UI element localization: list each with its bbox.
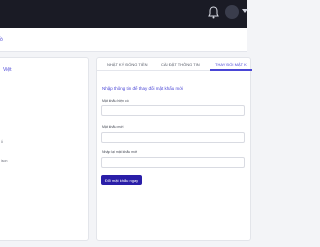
change-password-button[interactable]: Đổi mật khẩu ngay (101, 175, 142, 185)
tab-change-password[interactable]: THAY ĐỔI MẬT K (215, 62, 247, 67)
new-password-field[interactable] (101, 132, 245, 143)
active-tab-indicator (210, 69, 252, 71)
profile-info-line: ison (1, 159, 8, 163)
breadcrumb-bar: ồ (0, 28, 247, 52)
bell-icon[interactable] (208, 6, 219, 19)
current-password-label: Mật khẩu hiện có (102, 99, 129, 103)
user-menu[interactable] (225, 5, 248, 21)
new-password-label: Mật khẩu mới (102, 125, 124, 129)
profile-card: Việt ỗ ison (0, 57, 89, 241)
account-settings-card: NHẬT KÝ ĐÓNG TIỀN CÀI ĐẶT THÔNG TIN THAY… (96, 57, 252, 241)
current-password-field[interactable] (101, 105, 245, 116)
tab-info-settings[interactable]: CÀI ĐẶT THÔNG TIN (161, 62, 200, 67)
chevron-down-icon[interactable] (242, 9, 248, 13)
tab-payment-history[interactable]: NHẬT KÝ ĐÓNG TIỀN (107, 62, 148, 67)
tab-bar: NHẬT KÝ ĐÓNG TIỀN CÀI ĐẶT THÔNG TIN THAY… (97, 58, 252, 71)
top-navigation-bar (0, 0, 248, 28)
confirm-password-label: Nhập lại mật khẩu mới (102, 150, 138, 154)
profile-info-line: ỗ (1, 140, 3, 144)
breadcrumb[interactable]: ồ (0, 37, 3, 43)
form-title: Nhập thông tin để thay đổi mật khẩu mới (102, 86, 184, 91)
confirm-password-field[interactable] (101, 157, 245, 168)
avatar[interactable] (225, 5, 239, 19)
profile-name: Việt (3, 67, 12, 73)
